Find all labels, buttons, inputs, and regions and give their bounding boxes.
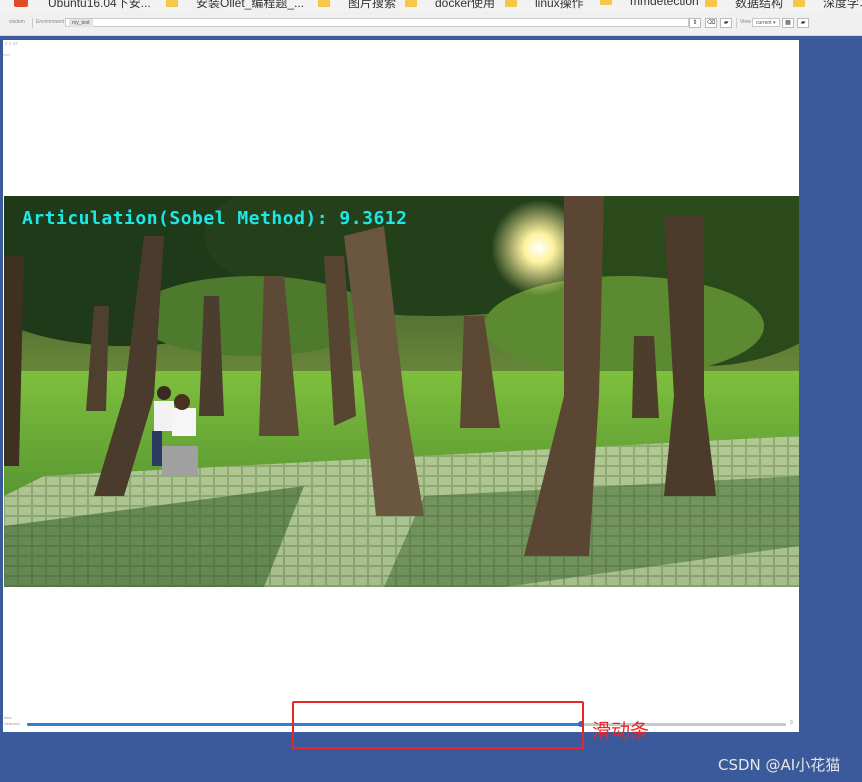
csdn-icon (14, 0, 28, 7)
bookmark-linux[interactable]: linux操作 (505, 0, 584, 10)
environment-label: Environment (36, 19, 65, 25)
folder-icon (705, 0, 717, 7)
pane-controls[interactable]: x x xx (5, 41, 18, 47)
photo-illustration (4, 196, 799, 587)
slider-caption: time (4, 715, 12, 720)
slider-annotation-label: 滑动条 (592, 720, 650, 742)
view-select[interactable]: current ▾ (752, 18, 780, 27)
bookmark-data-structures[interactable]: 数据结构 (705, 0, 783, 10)
divider (736, 18, 737, 28)
folder-icon (318, 0, 330, 7)
bookmark-docker[interactable]: docker使用 (405, 0, 495, 10)
environment-dropdown-icon[interactable]: ⇕ (689, 18, 701, 28)
pane-caption: time (3, 52, 11, 57)
grid-icon[interactable]: ▦ (782, 18, 794, 28)
visdom-logo: visdom (9, 19, 25, 25)
bookmark-mmdetection[interactable]: mmdetection (600, 0, 699, 8)
environment-chip[interactable]: my_test (69, 19, 93, 27)
bookmark-ollet[interactable]: 安装Ollet_编程题_... (166, 0, 304, 10)
folder-icon[interactable]: ▰ (720, 18, 732, 28)
palm-grove-photo: Articulation(Sobel Method): 9.3612 (4, 196, 799, 587)
slider-highlight-box (292, 701, 584, 749)
bookmarks-bar: Ubuntu16.04下安... 安装Ollet_编程题_... 图片搜索 do… (0, 0, 862, 11)
image-pane[interactable]: x x xx time Articulation(Sobel Method): … (3, 40, 799, 732)
bookmark-ubuntu[interactable]: Ubuntu16.04下安... (14, 0, 151, 10)
articulation-score-label: Articulation(Sobel Method): 9.3612 (22, 208, 408, 229)
slider-max-label: 9 (790, 720, 793, 726)
folder-icon (505, 0, 517, 7)
slider-selected-label: Selected (4, 721, 20, 726)
folder-icon (405, 0, 417, 7)
folder-icon (793, 0, 805, 7)
divider (32, 18, 33, 28)
save-view-icon[interactable]: ▰ (797, 18, 809, 28)
csdn-watermark: CSDN @AI小花猫 (718, 756, 841, 774)
bookmark-image-search[interactable]: 图片搜索 (318, 0, 396, 10)
bookmark-deep-learning[interactable]: 深度学习... (793, 0, 862, 10)
clear-env-icon[interactable]: ⌫ (705, 18, 717, 28)
view-label: View (740, 19, 751, 25)
page-icon (166, 0, 178, 7)
environment-select[interactable]: my_test (65, 18, 689, 27)
visdom-toolbar: visdom Environment my_test ⇕ ⌫ ▰ View cu… (0, 11, 862, 36)
folder-icon (600, 0, 612, 5)
